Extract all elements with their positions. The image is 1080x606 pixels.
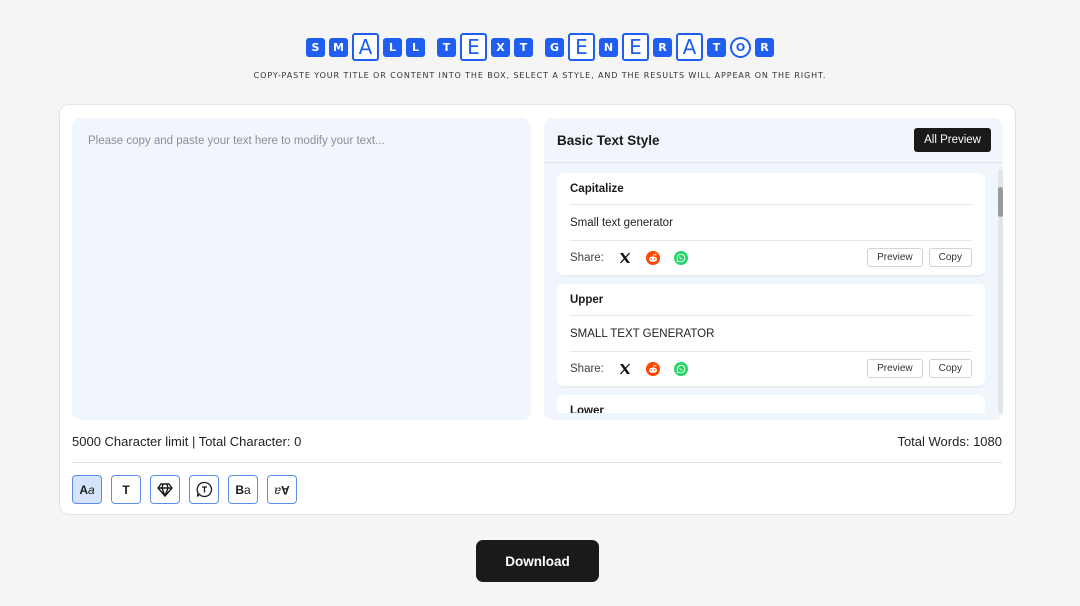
title-letter-tile: E bbox=[568, 33, 595, 61]
style-output-text: SMALL TEXT GENERATOR bbox=[570, 316, 972, 352]
title-letter-tile: T bbox=[437, 37, 456, 57]
fancy-diamond-tool[interactable] bbox=[150, 475, 180, 504]
results-header: Basic Text Style All Preview bbox=[544, 118, 1003, 163]
bold-text-icon: Ba bbox=[235, 482, 251, 497]
bold-tool[interactable]: Ba bbox=[228, 475, 258, 504]
reddit-icon[interactable] bbox=[645, 250, 660, 265]
title-letter-tile: G bbox=[545, 37, 564, 57]
results-scrollbar[interactable] bbox=[998, 169, 1003, 414]
reddit-icon[interactable] bbox=[645, 361, 660, 376]
style-list: Capitalize Small text generator Share: P… bbox=[557, 173, 985, 413]
title-letter-tile: A bbox=[352, 33, 379, 61]
title-letter-tile: L bbox=[406, 37, 425, 57]
whatsapp-icon[interactable] bbox=[673, 361, 688, 376]
copy-button[interactable]: Copy bbox=[928, 359, 972, 378]
all-preview-button[interactable]: All Preview bbox=[914, 128, 991, 152]
title-letter-tile: L bbox=[383, 37, 402, 57]
diamond-icon bbox=[157, 482, 173, 497]
title-letter-tile: M bbox=[329, 37, 348, 57]
share-row: Share: Preview Copy bbox=[570, 352, 972, 385]
style-output-text: Small text generator bbox=[570, 205, 972, 241]
x-twitter-icon[interactable] bbox=[618, 362, 632, 376]
flip-text-tool[interactable]: ɐA bbox=[267, 475, 297, 504]
flip-text-icon: ɐA bbox=[274, 482, 290, 497]
style-toolbar: Aa T Ba ɐA bbox=[72, 475, 297, 504]
text-input[interactable] bbox=[72, 118, 531, 420]
divider bbox=[72, 462, 1002, 463]
chat-bubble-tool[interactable] bbox=[189, 475, 219, 504]
title-letter-tile: E bbox=[622, 33, 649, 61]
download-button[interactable]: Download bbox=[476, 540, 599, 582]
preview-button[interactable]: Preview bbox=[867, 248, 923, 267]
style-name: Upper bbox=[570, 284, 972, 316]
title-font-tool[interactable]: T bbox=[111, 475, 141, 504]
title-letter-tile: E bbox=[460, 33, 487, 61]
chat-bubble-t-icon bbox=[196, 481, 212, 498]
word-count: Total Words: 1080 bbox=[897, 434, 1002, 449]
results-panel: Basic Text Style All Preview Capitalize … bbox=[544, 118, 1003, 420]
preview-button[interactable]: Preview bbox=[867, 359, 923, 378]
copy-button[interactable]: Copy bbox=[928, 248, 972, 267]
share-label: Share: bbox=[570, 362, 604, 375]
x-twitter-icon[interactable] bbox=[618, 251, 632, 265]
scrollbar-thumb[interactable] bbox=[998, 187, 1003, 217]
title-letter-tile: T bbox=[514, 37, 533, 57]
character-count: 5000 Character limit | Total Character: … bbox=[72, 434, 302, 449]
text-case-icon: Aa bbox=[79, 482, 95, 497]
share-row: Share: Preview Copy bbox=[570, 241, 972, 274]
style-result-card: Capitalize Small text generator Share: P… bbox=[557, 173, 985, 275]
style-name: Lower bbox=[570, 395, 972, 413]
title-letter-tile: S bbox=[306, 37, 325, 57]
page-title: SMALLTEXTGENERATOR bbox=[0, 33, 1080, 61]
title-letter-tile: N bbox=[599, 37, 618, 57]
title-letter-tile: R bbox=[653, 37, 672, 57]
results-title: Basic Text Style bbox=[557, 132, 660, 148]
share-label: Share: bbox=[570, 251, 604, 264]
title-letter-tile: O bbox=[730, 36, 751, 58]
style-result-card: Lower small text generator Share: Previe… bbox=[557, 395, 985, 413]
title-letter-tile: X bbox=[491, 37, 510, 57]
basic-style-tool[interactable]: Aa bbox=[72, 475, 102, 504]
page-subtitle: COPY-PASTE YOUR TITLE OR CONTENT INTO TH… bbox=[253, 71, 827, 80]
title-letter-tile: A bbox=[676, 33, 703, 61]
title-letter-tile: T bbox=[707, 37, 726, 57]
generator-card: Basic Text Style All Preview Capitalize … bbox=[59, 104, 1016, 515]
whatsapp-icon[interactable] bbox=[673, 250, 688, 265]
style-result-card: Upper SMALL TEXT GENERATOR Share: Previe… bbox=[557, 284, 985, 386]
title-letter-tile: R bbox=[755, 37, 774, 57]
style-name: Capitalize bbox=[570, 173, 972, 205]
letter-t-icon: T bbox=[122, 482, 130, 497]
title-word: TEXT bbox=[437, 33, 533, 61]
title-word: SMALL bbox=[306, 33, 425, 61]
title-word: GENERATOR bbox=[545, 33, 774, 61]
